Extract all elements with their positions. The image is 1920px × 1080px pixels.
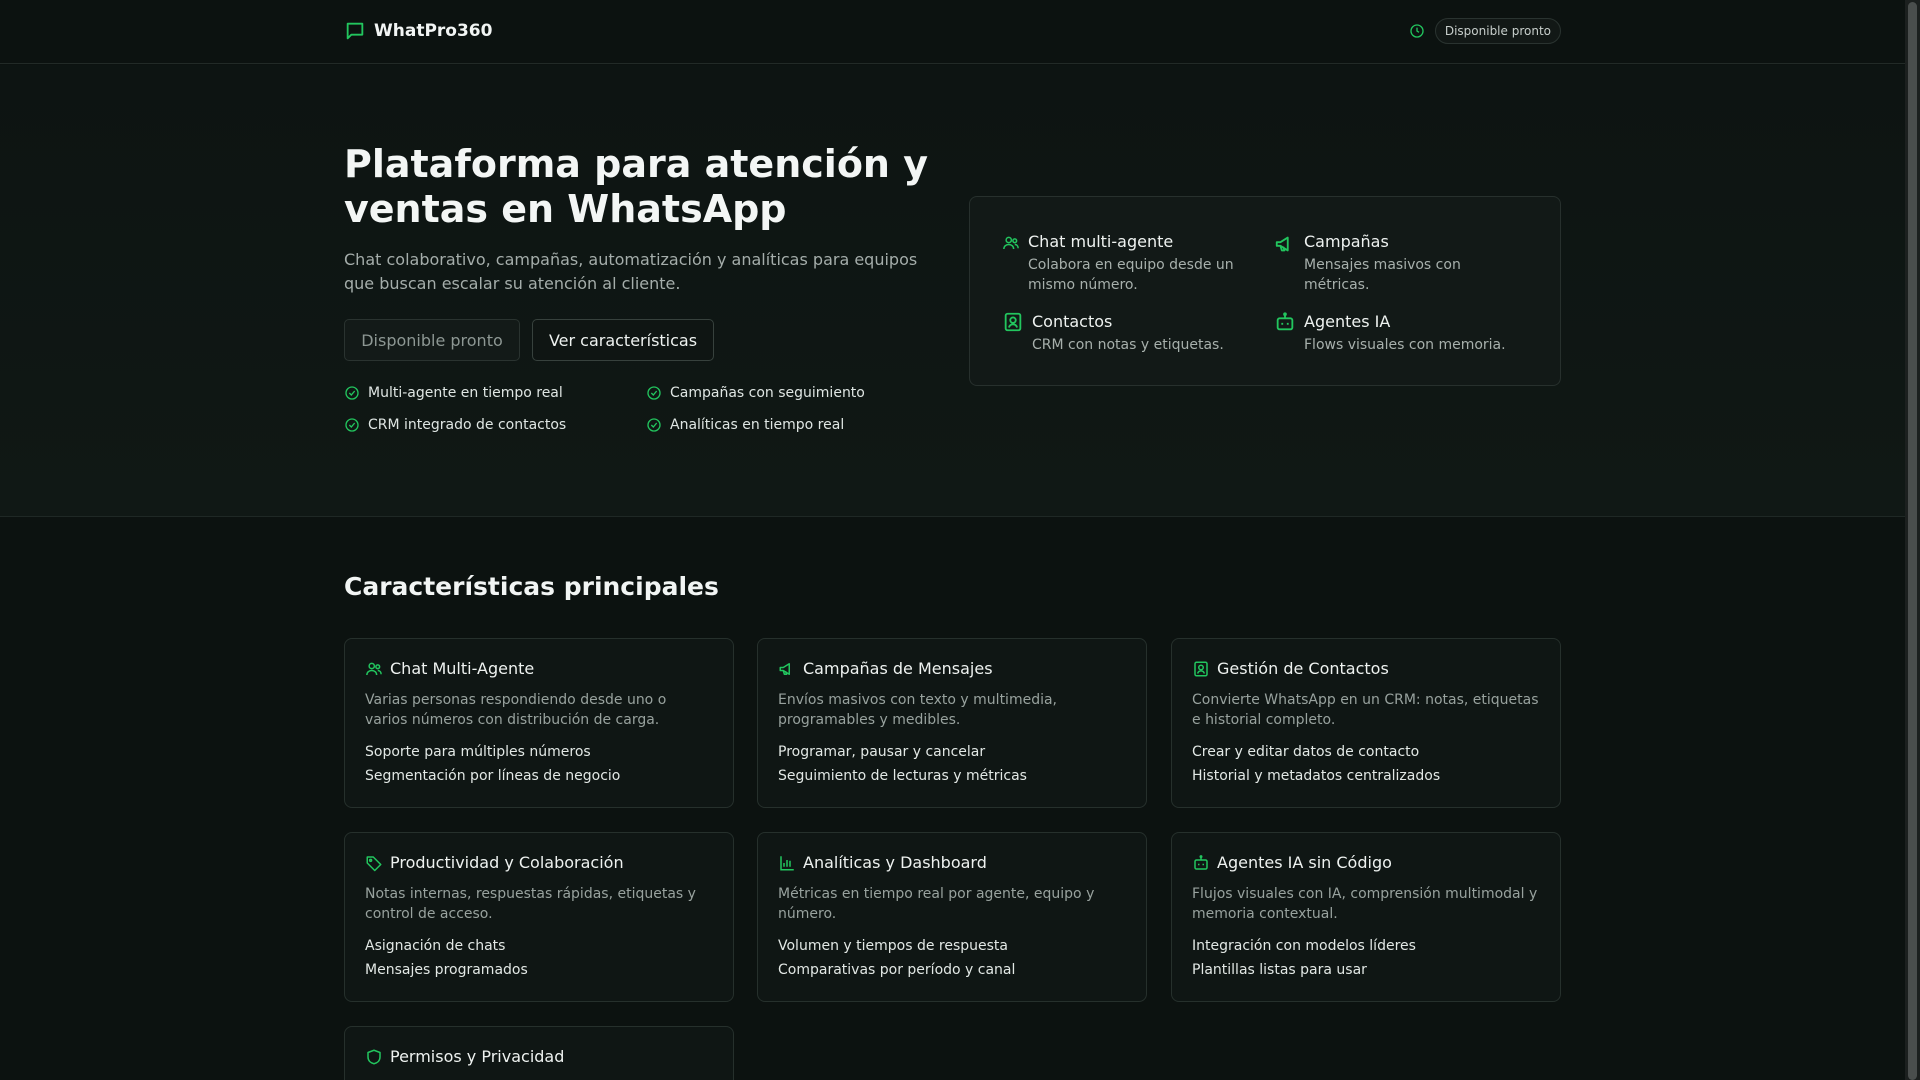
mini-feature: Agentes IA Flows visuales con memoria. bbox=[1274, 311, 1534, 355]
brand-logo[interactable]: WhatPro360 bbox=[344, 20, 492, 42]
feature-card-item: Crear y editar datos de contacto bbox=[1192, 744, 1420, 760]
users-icon bbox=[1002, 234, 1020, 295]
users-icon bbox=[365, 660, 383, 678]
feature-card-desc: Varias personas respondiendo desde uno o… bbox=[365, 692, 667, 728]
tag-icon bbox=[365, 854, 383, 872]
check-circle-icon bbox=[344, 385, 360, 401]
hero-check-item: CRM integrado de contactos bbox=[344, 417, 566, 433]
feature-card-desc: Flujos visuales con IA, comprensión mult… bbox=[1192, 886, 1538, 922]
feature-card-item: Comparativas por período y canal bbox=[778, 962, 1016, 978]
bot-icon bbox=[1274, 311, 1296, 355]
mini-feature-desc: Colabora en equipo desde un mismo número… bbox=[1028, 257, 1234, 293]
mini-feature-title: Campañas bbox=[1304, 232, 1389, 251]
status-badge: Disponible pronto bbox=[1434, 18, 1561, 44]
feature-card: Chat Multi-Agente Varias personas respon… bbox=[344, 638, 734, 808]
mini-feature: Chat multi-agente Colabora en equipo des… bbox=[1002, 231, 1242, 295]
feature-card-item: Asignación de chats bbox=[365, 938, 506, 954]
top-header: WhatPro360 Disponible pronto bbox=[0, 0, 1905, 64]
feature-card-item: Soporte para múltiples números bbox=[365, 744, 591, 760]
feature-card-item: Volumen y tiempos de respuesta bbox=[778, 938, 1008, 954]
hero-subtitle: Chat colaborativo, campañas, automatizac… bbox=[344, 250, 918, 293]
mini-feature-desc: Mensajes masivos con métricas. bbox=[1304, 257, 1461, 293]
feature-card-desc: Métricas en tiempo real por agente, equi… bbox=[778, 886, 1095, 922]
feature-card-title: Gestión de Contactos bbox=[1217, 659, 1389, 678]
hero-check-item: Multi-agente en tiempo real bbox=[344, 385, 563, 401]
feature-card: Productividad y Colaboración Notas inter… bbox=[344, 832, 734, 1002]
see-features-button[interactable]: Ver características bbox=[532, 319, 714, 361]
feature-card-item: Plantillas listas para usar bbox=[1192, 962, 1367, 978]
availability-status: Disponible pronto bbox=[1409, 18, 1561, 44]
features-title: Características principales bbox=[344, 572, 719, 601]
bot-icon bbox=[1192, 854, 1210, 872]
feature-card-title: Agentes IA sin Código bbox=[1217, 853, 1392, 872]
feature-card-title: Chat Multi-Agente bbox=[390, 659, 535, 678]
feature-card: Campañas de Mensajes Envíos masivos con … bbox=[757, 638, 1147, 808]
feature-card: Agentes IA sin Código Flujos visuales co… bbox=[1171, 832, 1561, 1002]
check-circle-icon bbox=[344, 417, 360, 433]
hero-check-item: Analíticas en tiempo real bbox=[646, 417, 844, 433]
feature-card-item: Historial y metadatos centralizados bbox=[1192, 768, 1441, 784]
megaphone-icon bbox=[778, 660, 796, 678]
page-scrollbar[interactable] bbox=[1905, 0, 1920, 1080]
hero-title: Plataforma para atención y ventas en Wha… bbox=[344, 142, 928, 231]
mini-feature-title: Chat multi-agente bbox=[1028, 232, 1174, 251]
mini-feature-desc: CRM con notas y etiquetas. bbox=[1032, 337, 1224, 353]
feature-card: Gestión de Contactos Convierte WhatsApp … bbox=[1171, 638, 1561, 808]
hero-section bbox=[0, 65, 1905, 517]
hero-check-item: Campañas con seguimiento bbox=[646, 385, 865, 401]
feature-card-desc: Notas internas, respuestas rápidas, etiq… bbox=[365, 886, 696, 922]
feature-card-item: Programar, pausar y cancelar bbox=[778, 744, 986, 760]
feature-card-title: Analíticas y Dashboard bbox=[803, 853, 987, 872]
mini-feature-desc: Flows visuales con memoria. bbox=[1304, 337, 1506, 353]
mini-feature-title: Contactos bbox=[1032, 312, 1113, 331]
feature-card-title: Permisos y Privacidad bbox=[390, 1047, 565, 1066]
mini-feature: Contactos CRM con notas y etiquetas. bbox=[1002, 311, 1242, 355]
brand-name: WhatPro360 bbox=[374, 21, 493, 41]
check-circle-icon bbox=[646, 385, 662, 401]
feature-card-item: Mensajes programados bbox=[365, 962, 528, 978]
hero-check-label: CRM integrado de contactos bbox=[368, 417, 567, 433]
contact-card-icon bbox=[1002, 311, 1024, 355]
hero-check-label: Multi-agente en tiempo real bbox=[368, 385, 563, 401]
feature-card-title: Campañas de Mensajes bbox=[803, 659, 993, 678]
megaphone-icon bbox=[1274, 233, 1296, 295]
feature-card-desc: Envíos masivos con texto y multimedia, p… bbox=[778, 692, 1058, 728]
check-circle-icon bbox=[646, 417, 662, 433]
scrollbar-thumb[interactable] bbox=[1908, 2, 1917, 1080]
feature-card-desc: Convierte WhatsApp en un CRM: notas, eti… bbox=[1192, 692, 1539, 728]
feature-card-item: Segmentación por líneas de negocio bbox=[365, 768, 621, 784]
hero-summary-card: Chat multi-agente Colabora en equipo des… bbox=[969, 196, 1561, 386]
hero-check-label: Analíticas en tiempo real bbox=[670, 417, 845, 433]
mini-feature: Campañas Mensajes masivos con métricas. bbox=[1274, 231, 1514, 295]
feature-card-item: Seguimiento de lecturas y métricas bbox=[778, 768, 1027, 784]
hero-check-label: Campañas con seguimiento bbox=[670, 385, 865, 401]
feature-card: Permisos y Privacidad bbox=[344, 1026, 734, 1080]
chat-bubble-icon bbox=[344, 20, 366, 42]
feature-card-title: Productividad y Colaboración bbox=[390, 853, 624, 872]
mini-feature-title: Agentes IA bbox=[1304, 312, 1391, 331]
bar-chart-icon bbox=[778, 854, 796, 872]
available-soon-button[interactable]: Disponible pronto bbox=[344, 319, 520, 361]
clock-icon bbox=[1409, 23, 1425, 39]
contact-card-icon bbox=[1192, 660, 1210, 678]
feature-card: Analíticas y Dashboard Métricas en tiemp… bbox=[757, 832, 1147, 1002]
feature-card-item: Integración con modelos líderes bbox=[1192, 938, 1416, 954]
shield-icon bbox=[365, 1048, 383, 1066]
